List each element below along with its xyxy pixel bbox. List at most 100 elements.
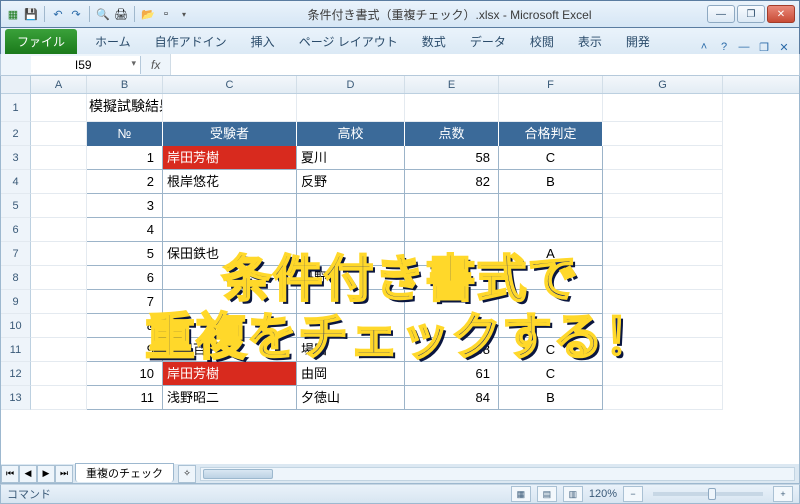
cell[interactable] <box>603 94 723 122</box>
td-no[interactable]: 8 <box>87 314 163 338</box>
formula-input[interactable] <box>170 54 799 75</box>
sheet-nav-next-icon[interactable]: ▶ <box>37 465 55 483</box>
undo-icon[interactable]: ↶ <box>50 6 66 22</box>
cell[interactable] <box>31 314 87 338</box>
th-result[interactable]: 合格判定 <box>499 122 603 146</box>
cell[interactable] <box>603 218 723 242</box>
td-no[interactable]: 3 <box>87 194 163 218</box>
name-box-dropdown-icon[interactable]: ▾ <box>131 58 136 69</box>
td-result[interactable]: C <box>499 146 603 170</box>
cell[interactable] <box>297 94 405 122</box>
cell[interactable] <box>31 122 87 146</box>
td-score[interactable]: 68 <box>405 338 499 362</box>
table-title-cell[interactable]: 模擬試験結果 <box>87 94 163 122</box>
tab-review[interactable]: 校閲 <box>518 29 566 54</box>
preview-icon[interactable]: 🔍 <box>95 6 111 22</box>
scroll-thumb[interactable] <box>203 469 273 479</box>
minimize-button[interactable]: — <box>707 5 735 23</box>
select-all-corner[interactable] <box>1 76 31 93</box>
td-school[interactable] <box>297 314 405 338</box>
td-result[interactable]: A <box>499 242 603 266</box>
td-school[interactable]: 夕徳山 <box>297 386 405 410</box>
tab-insert[interactable]: 挿入 <box>239 29 287 54</box>
cell[interactable] <box>31 242 87 266</box>
td-examinee[interactable]: 岸田芳樹 <box>163 362 297 386</box>
td-score[interactable] <box>405 290 499 314</box>
td-examinee[interactable]: 保田鉄也 <box>163 242 297 266</box>
cell[interactable] <box>499 94 603 122</box>
tab-addin[interactable]: 自作アドイン <box>143 29 239 54</box>
cell[interactable] <box>603 290 723 314</box>
save-icon[interactable]: 💾 <box>23 6 39 22</box>
td-no[interactable]: 7 <box>87 290 163 314</box>
ribbon-minimize-icon[interactable]: ˄ <box>697 40 711 54</box>
inner-close-icon[interactable]: ✕ <box>777 40 791 54</box>
name-box[interactable]: I59 ▾ <box>31 56 141 74</box>
td-score[interactable]: 84 <box>405 386 499 410</box>
td-no[interactable]: 4 <box>87 218 163 242</box>
td-no[interactable]: 5 <box>87 242 163 266</box>
th-examinee[interactable]: 受験者 <box>163 122 297 146</box>
cell[interactable] <box>31 386 87 410</box>
td-no[interactable]: 10 <box>87 362 163 386</box>
td-score[interactable] <box>405 314 499 338</box>
cell[interactable] <box>31 94 87 122</box>
td-school[interactable] <box>297 242 405 266</box>
td-school[interactable]: 夏川 <box>297 146 405 170</box>
cell[interactable] <box>603 170 723 194</box>
cell[interactable] <box>31 362 87 386</box>
cell[interactable] <box>603 386 723 410</box>
td-examinee[interactable] <box>163 290 297 314</box>
row-header[interactable]: 12 <box>1 362 31 386</box>
row-header[interactable]: 9 <box>1 290 31 314</box>
col-header[interactable]: F <box>499 76 603 93</box>
tab-formula[interactable]: 数式 <box>410 29 458 54</box>
horizontal-scrollbar[interactable] <box>200 467 795 481</box>
cell[interactable] <box>603 194 723 218</box>
td-examinee[interactable] <box>163 218 297 242</box>
col-header[interactable]: B <box>87 76 163 93</box>
new-icon[interactable]: ▫ <box>158 6 174 22</box>
cell[interactable] <box>603 122 723 146</box>
td-no[interactable]: 6 <box>87 266 163 290</box>
zoom-slider[interactable] <box>653 492 763 496</box>
td-result[interactable] <box>499 266 603 290</box>
td-no[interactable]: 11 <box>87 386 163 410</box>
tab-layout[interactable]: ページ レイアウト <box>287 29 410 54</box>
td-result[interactable] <box>499 218 603 242</box>
td-examinee[interactable] <box>163 194 297 218</box>
tab-dev[interactable]: 開発 <box>614 29 662 54</box>
worksheet-grid[interactable]: A B C D E F G 1 模擬試験結果 2 № 受験者 高校 点数 合格判… <box>0 76 800 464</box>
col-header[interactable]: C <box>163 76 297 93</box>
maximize-button[interactable]: ❐ <box>737 5 765 23</box>
close-button[interactable]: ✕ <box>767 5 795 23</box>
inner-restore-icon[interactable]: ❐ <box>757 40 771 54</box>
td-examinee[interactable] <box>163 314 297 338</box>
td-examinee[interactable]: 真鍋百合 <box>163 338 297 362</box>
td-score[interactable]: 58 <box>405 146 499 170</box>
redo-icon[interactable]: ↷ <box>68 6 84 22</box>
cell[interactable] <box>163 94 297 122</box>
td-examinee[interactable]: 根岸悠花 <box>163 170 297 194</box>
td-result[interactable]: B <box>499 170 603 194</box>
td-school[interactable] <box>297 218 405 242</box>
fx-icon[interactable]: fx <box>141 58 170 72</box>
cell[interactable] <box>603 338 723 362</box>
td-examinee[interactable] <box>163 266 297 290</box>
sheet-tab[interactable]: 重複のチェック <box>75 463 174 482</box>
td-examinee[interactable]: 岸田芳樹 <box>163 146 297 170</box>
row-header[interactable]: 10 <box>1 314 31 338</box>
cell[interactable] <box>31 338 87 362</box>
cell[interactable] <box>603 266 723 290</box>
print-icon[interactable]: 🖨 <box>113 6 129 22</box>
col-header[interactable]: D <box>297 76 405 93</box>
cell[interactable] <box>31 266 87 290</box>
row-header[interactable]: 6 <box>1 218 31 242</box>
row-header[interactable]: 3 <box>1 146 31 170</box>
row-header[interactable]: 1 <box>1 94 31 122</box>
cell[interactable] <box>405 94 499 122</box>
cell[interactable] <box>603 362 723 386</box>
td-school[interactable]: 場田 <box>297 338 405 362</box>
td-school[interactable]: 由岡 <box>297 362 405 386</box>
th-no[interactable]: № <box>87 122 163 146</box>
